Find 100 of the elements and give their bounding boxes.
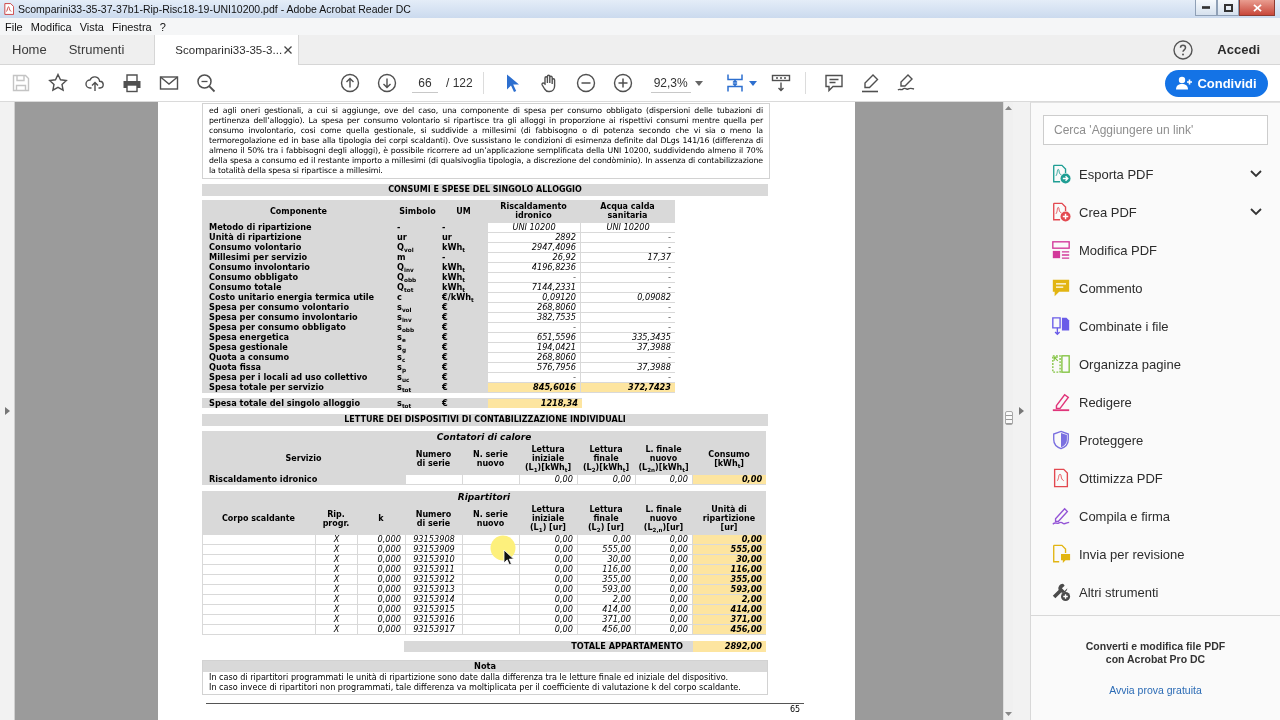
maximize-icon [1223,3,1233,12]
pen-icon[interactable] [859,73,880,93]
tool-item[interactable]: Crea PDF [1031,193,1280,231]
close-button[interactable] [1239,0,1275,16]
close-icon [1252,3,1262,12]
scrollbar-thumb[interactable] [1004,411,1013,426]
search-icon[interactable] [195,73,216,93]
zoom-out-icon[interactable] [576,73,597,93]
column-header: Numero di serie [414,448,453,470]
menu-item[interactable]: Modifica [26,20,76,33]
row-label: Quota a consumo [202,352,395,362]
search-field[interactable]: Cerca 'Aggiungere un link' [1043,115,1268,145]
table-cell: X [315,554,357,564]
row-label: Spesa per consumo volontario [202,302,395,312]
document-icon [1051,468,1071,488]
table-cell: 0,00 [635,624,692,634]
table-cell: 0,00 [577,474,635,484]
page-number-field[interactable]: 66 [412,73,438,93]
star-icon[interactable] [47,73,68,93]
person-plus-icon [1176,76,1193,90]
table-cell: X [315,594,357,604]
tool-item[interactable]: Esporta PDF [1031,155,1280,193]
envelope-icon[interactable] [158,73,179,93]
table-cell: X [315,564,357,574]
arrow-up-circle-icon[interactable] [339,73,360,93]
document-plus-icon [1051,202,1071,222]
maximize-button[interactable] [1217,0,1239,16]
column-header: Lettura finale (L$_{2}$) [ur] [586,504,626,534]
pen-signature-icon[interactable] [895,73,916,93]
zoom-field[interactable]: 92,3% [650,73,691,93]
help-icon[interactable] [1173,39,1194,60]
tool-item[interactable]: Invia per revisione [1031,535,1280,573]
tool-item[interactable]: Proteggere [1031,421,1280,459]
table-cell: s$_{e}$ [395,332,440,342]
minimize-button[interactable] [1195,0,1217,16]
table-cell: 93153917 [405,624,462,634]
table-cell: s$_{p}$ [395,362,440,372]
note-title: Nota [203,661,767,672]
column-header: Simbolo [398,205,437,218]
tool-item[interactable]: Organizza pagine [1031,345,1280,383]
table-cell: - [580,312,675,322]
sign-in-button[interactable]: Accedi [1217,35,1260,64]
row-label: Costo unitario energia termica utile [202,292,395,302]
column-header: Unità di ripartizione [ur] [701,504,757,534]
menu-item[interactable]: ? [155,20,170,33]
table-cell: X [315,604,357,614]
document-tab[interactable]: Scomparini33-35-3... [154,35,300,65]
menu-item[interactable]: Finestra [107,20,156,33]
tab[interactable]: Strumenti [57,35,136,64]
table-cell: s$_{obb}$ [395,322,440,332]
mouse-pointer-icon [490,535,518,567]
tool-item[interactable]: Altri strumenti [1031,573,1280,611]
tool-item[interactable]: Ottimizza PDF [1031,459,1280,497]
zoom-in-icon[interactable] [613,73,634,93]
tab[interactable]: Home [1,35,58,64]
table-cell: s$_{g}$ [395,342,440,352]
table-cell: ur [395,232,440,242]
arrow-down-circle-icon[interactable] [376,73,397,93]
speech-bubble-icon [1051,278,1071,298]
column-header: Corpo scaldante [220,513,296,525]
free-trial-link[interactable]: Avvia prova gratuita [1109,684,1202,696]
tool-item[interactable]: Redigere [1031,383,1280,421]
table-cell: - [580,232,675,242]
table-cell: X [315,534,357,544]
table-cell: X [315,614,357,624]
fit-page-icon[interactable] [724,73,745,93]
cloud-upload-icon[interactable] [84,73,105,93]
row-label: Unità di ripartizione [202,232,395,242]
tool-item[interactable]: Commento [1031,269,1280,307]
table-cell: c [395,292,440,302]
tool-item[interactable]: Compila e firma [1031,497,1280,535]
close-icon[interactable] [284,46,293,54]
table-cell: - [580,372,675,382]
table-cell: Q$_{vol}$ [395,242,440,252]
column-header: Componente [269,205,328,218]
tool-item[interactable]: Modifica PDF [1031,231,1280,269]
tool-item[interactable]: Combinate i file [1031,307,1280,345]
column-header: L. finale nuovo (L$_{2,n}$)[ur] [642,504,685,534]
printer-icon[interactable] [121,73,142,93]
scrollbar[interactable] [1003,102,1013,720]
caret-right-icon[interactable] [4,407,10,415]
table-cell: s$_{tot}$ [395,398,440,408]
menu-item[interactable]: Vista [75,20,108,33]
caret-down-icon[interactable] [694,80,703,86]
wrench-plus-icon [1051,582,1071,602]
caret-down-icon[interactable] [748,80,757,86]
layout-icon [1051,240,1071,260]
chevron-down-icon[interactable] [1250,208,1262,216]
scroll-page-icon[interactable] [770,73,791,93]
column-header: Lettura iniziale (L$_{1}$)[kWh$_{t}$] [523,444,573,474]
note-text: In caso di ripartitori programmati le unità di ripartizione sono date dalla differenza tra le letture finale ed iniziale del dispositivo. [208,672,730,682]
caret-down-icon[interactable] [1005,712,1012,716]
share-button[interactable]: Condividi [1165,69,1268,97]
caret-up-icon[interactable] [1005,106,1012,110]
caret-right-icon[interactable] [1019,407,1024,415]
menu-item[interactable]: File [1,20,27,33]
comment-icon[interactable] [823,73,844,93]
table-cell: - [580,242,675,252]
chevron-down-icon[interactable] [1250,170,1262,178]
row-label: Riscaldamento idronico [202,474,405,484]
